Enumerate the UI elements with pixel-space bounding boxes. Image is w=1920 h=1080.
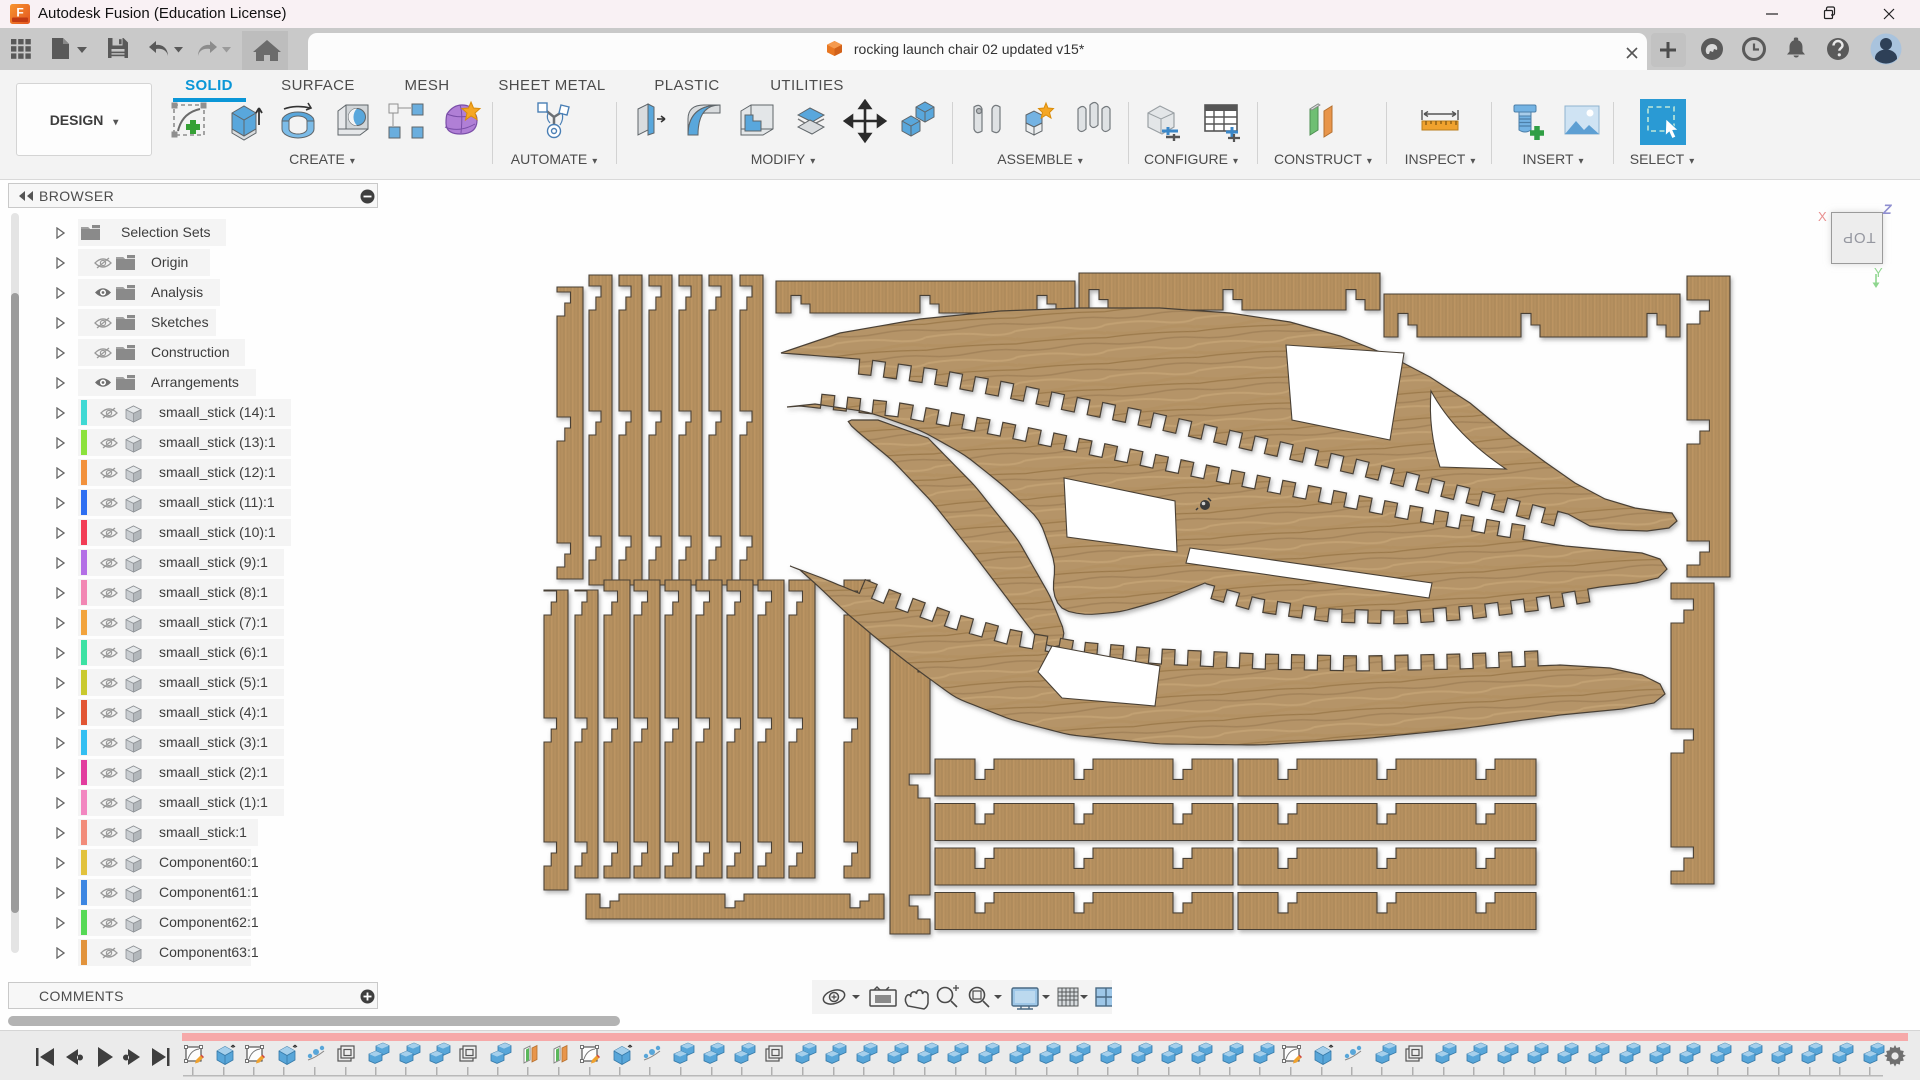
svg-text:F: F [16, 6, 23, 20]
